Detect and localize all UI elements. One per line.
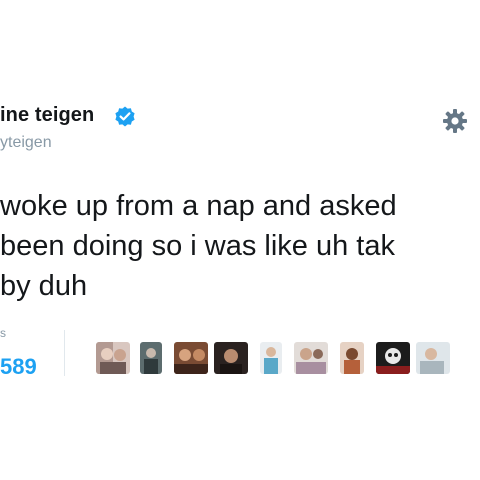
display-name[interactable]: ine teigen bbox=[0, 104, 94, 127]
tweet-text: woke up from a nap and asked been doing … bbox=[0, 186, 480, 306]
gear-icon[interactable] bbox=[440, 106, 470, 136]
verified-badge-icon bbox=[115, 106, 135, 127]
avatar[interactable] bbox=[416, 342, 450, 374]
avatar[interactable] bbox=[376, 342, 410, 374]
tweet-text-line: by duh bbox=[0, 270, 88, 302]
avatar[interactable] bbox=[214, 342, 248, 374]
avatar[interactable] bbox=[174, 342, 208, 374]
avatar[interactable] bbox=[294, 342, 328, 374]
avatar[interactable] bbox=[96, 342, 130, 374]
avatar[interactable] bbox=[340, 342, 364, 374]
stat-label: s bbox=[0, 326, 6, 340]
tweet-card: ine teigen yteigen woke up from a nap an… bbox=[0, 0, 480, 480]
avatar[interactable] bbox=[140, 342, 162, 374]
stat-count[interactable]: 589 bbox=[0, 354, 37, 380]
tweet-text-line: woke up from a nap and asked bbox=[0, 190, 397, 222]
avatar[interactable] bbox=[260, 342, 282, 374]
tweet-text-line: been doing so i was like uh tak bbox=[0, 230, 395, 262]
user-handle[interactable]: yteigen bbox=[0, 134, 52, 152]
stat-divider bbox=[64, 330, 65, 376]
